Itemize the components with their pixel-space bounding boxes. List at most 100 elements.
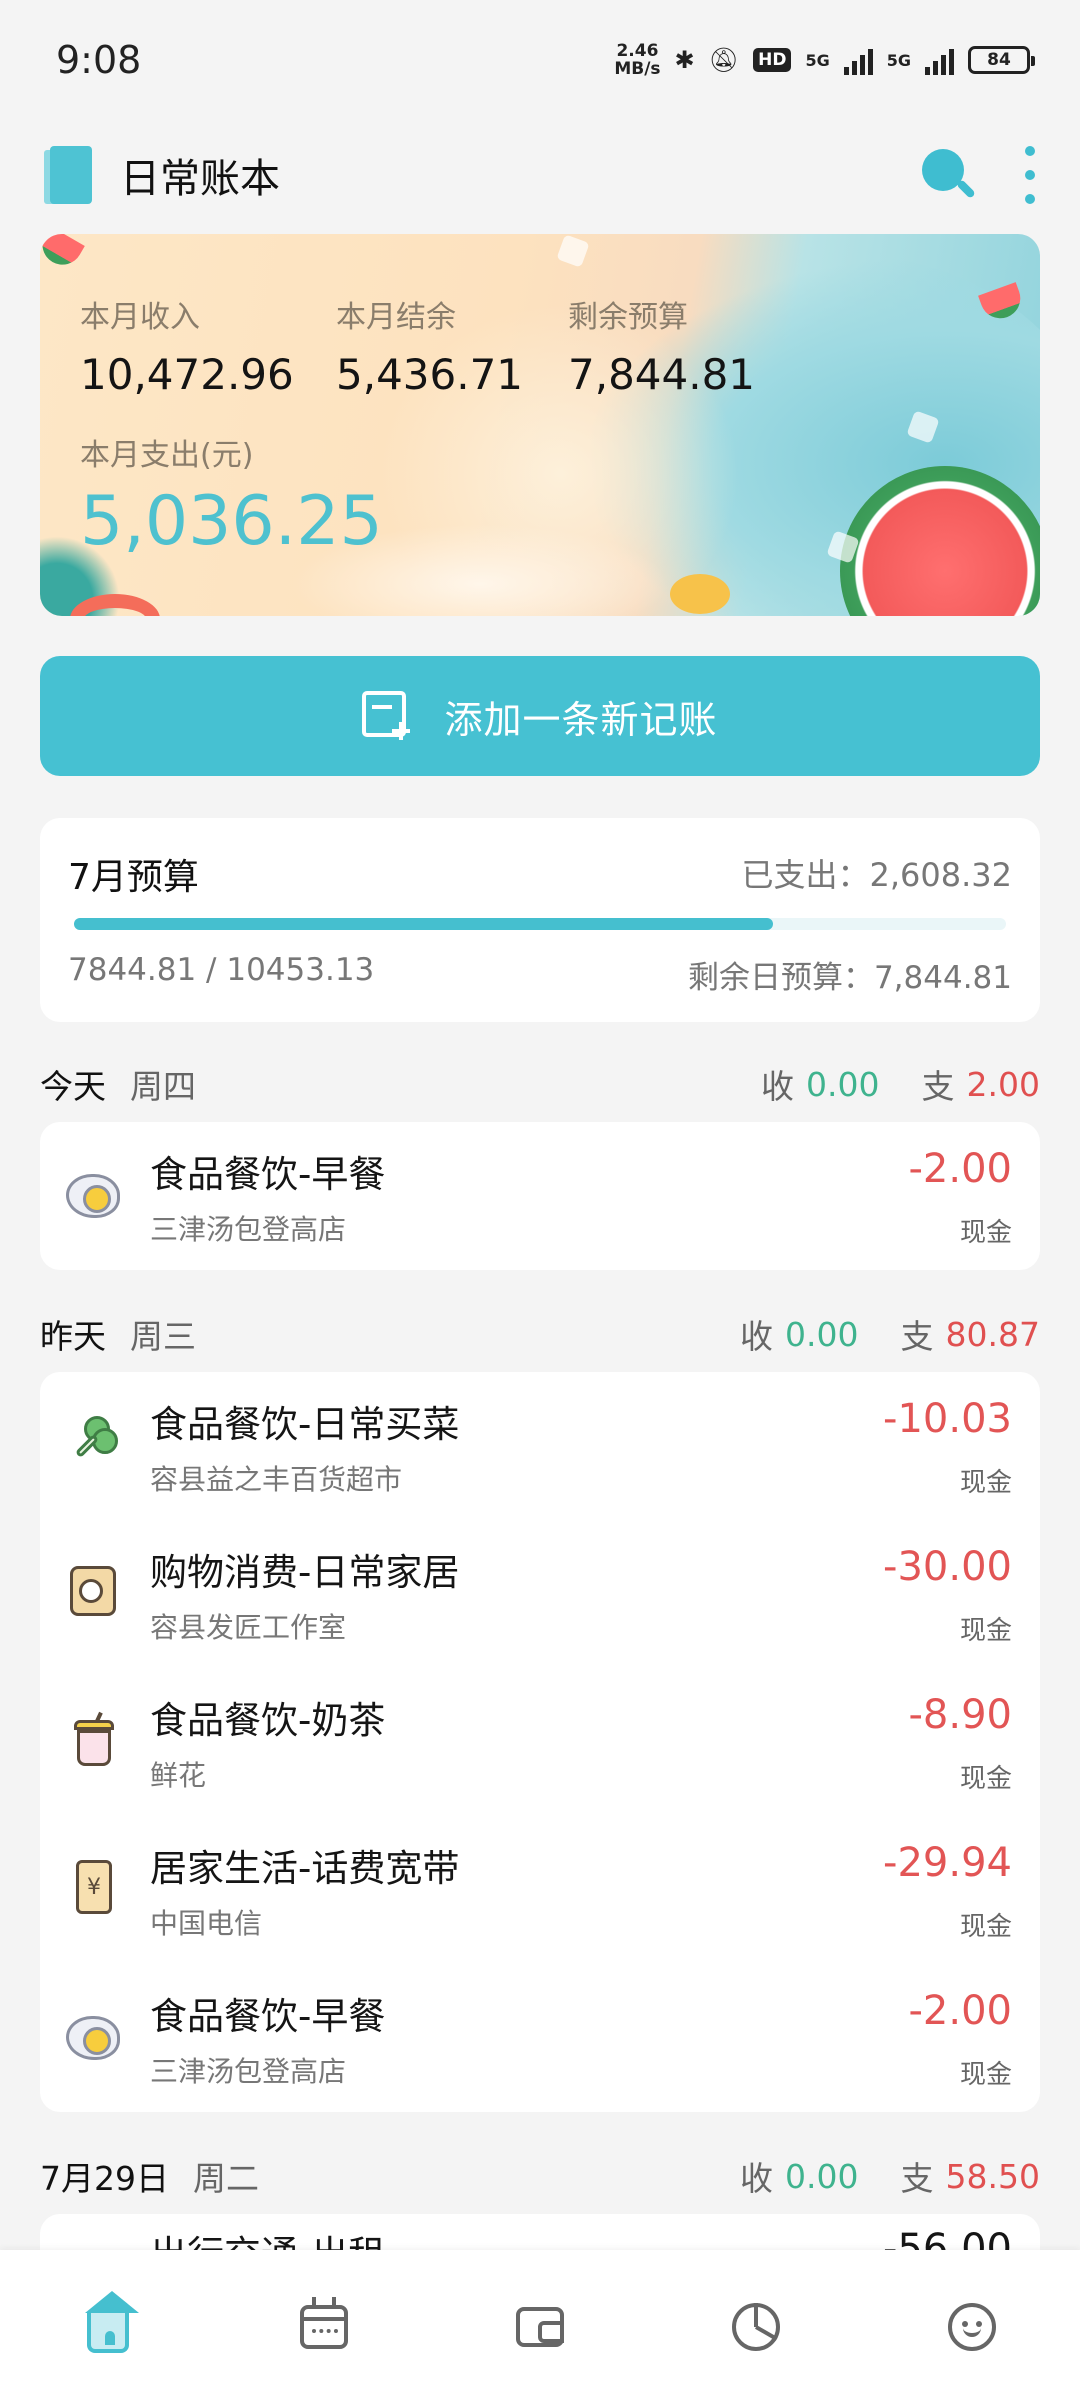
- budget-card[interactable]: 7月预算 已支出：2,608.32 7844.81 / 10453.13 剩余日…: [40, 818, 1040, 1022]
- nav-home[interactable]: [68, 2287, 148, 2367]
- network-speed-unit: MB/s: [614, 59, 661, 79]
- day-label: 昨天: [40, 1317, 106, 1356]
- profile-icon: [948, 2302, 996, 2351]
- transaction-amount: -2.00: [908, 1146, 1013, 1192]
- transaction-category: 食品餐饮-日常买菜: [150, 1403, 460, 1446]
- transaction-amount: -30.00: [883, 1544, 1012, 1590]
- day-expense-value: 2.00: [966, 1064, 1040, 1104]
- remaining-budget-value: 7,844.81: [568, 350, 756, 399]
- transaction-category: 居家生活-话费宽带: [150, 1847, 460, 1890]
- battery-icon: 84: [968, 46, 1035, 74]
- day-header-jul-29: 7月29日 周二 收 0.00 支 58.50: [40, 2146, 1040, 2206]
- transaction-merchant: 中国电信: [150, 1907, 263, 1940]
- nav-wallet[interactable]: [500, 2287, 580, 2367]
- add-note-icon: [362, 691, 411, 741]
- day-expense-value: 80.87: [945, 1314, 1040, 1354]
- expense-label: 支: [900, 2159, 934, 2198]
- tissue-roll-icon: [66, 1564, 122, 1620]
- weekday-label: 周四: [130, 1067, 196, 1106]
- payment-method: 现金: [959, 1468, 1012, 1498]
- budget-title: 7月预算: [68, 857, 199, 898]
- transaction-row[interactable]: ¥ 居家生活-话费宽带 中国电信 -29.94 现金: [40, 1816, 1040, 1964]
- signal-icon: [843, 45, 873, 75]
- day-income-value: 0.00: [785, 1314, 859, 1354]
- day-header-today: 今天 周四 收 0.00 支 2.00: [40, 1054, 1040, 1114]
- payment-method: 现金: [959, 1218, 1012, 1248]
- network-speed-value: 2.46: [616, 41, 659, 61]
- transaction-category: 食品餐饮-早餐: [150, 1153, 386, 1196]
- remaining-budget-label: 剩余预算: [568, 300, 688, 335]
- income-label: 收: [740, 2159, 774, 2198]
- transaction-row-partial[interactable]: 出行交通-出租 -56.00: [40, 2214, 1040, 2254]
- transaction-merchant: 三津汤包登高店: [150, 2055, 347, 2088]
- nav-calendar[interactable]: [284, 2287, 364, 2367]
- budget-ratio: 7844.81 / 10453.13: [68, 952, 375, 988]
- watermelon-slice-decoration: [40, 234, 85, 272]
- month-expense-label: 本月支出(元): [80, 438, 254, 473]
- milk-tea-icon: [66, 1711, 122, 1768]
- nav-statistics[interactable]: [716, 2287, 796, 2367]
- month-balance: 本月结余 5,436.71: [336, 292, 523, 399]
- network-type-2: 5G: [886, 50, 911, 70]
- payment-method: 现金: [959, 1764, 1012, 1794]
- transaction-row[interactable]: 食品餐饮-早餐 三津汤包登高店 -2.00 现金: [40, 1964, 1040, 2112]
- transaction-group-today: 食品餐饮-早餐 三津汤包登高店 -2.00 现金: [40, 1122, 1040, 1270]
- orange-decoration: [670, 574, 730, 614]
- transaction-category: 食品餐饮-奶茶: [150, 1699, 386, 1742]
- day-income-value: 0.00: [785, 2156, 859, 2196]
- ledger-title[interactable]: 日常账本: [120, 146, 916, 204]
- network-speed: 2.46 MB/s: [614, 42, 660, 78]
- remaining-budget: 剩余预算 7,844.81: [568, 292, 755, 399]
- weekday-label: 周二: [193, 2159, 259, 2198]
- transaction-amount: -2.00: [908, 1988, 1013, 2034]
- transaction-amount: -10.03: [883, 1396, 1012, 1442]
- bottom-navigation: [0, 2250, 1080, 2403]
- status-icons: 2.46 MB/s ✱ 🔕︎ HD 5G 5G 84: [614, 42, 1035, 78]
- day-label: 今天: [40, 1067, 106, 1106]
- month-expense-value: 5,036.25: [80, 482, 383, 561]
- add-record-label: 添加一条新记账: [444, 697, 718, 742]
- nav-profile[interactable]: [932, 2287, 1012, 2367]
- payment-method: 现金: [959, 1616, 1012, 1646]
- expense-label: 支: [900, 1317, 934, 1356]
- transaction-row[interactable]: 食品餐饮-日常买菜 容县益之丰百货超市 -10.03 现金: [40, 1372, 1040, 1520]
- add-record-button[interactable]: 添加一条新记账: [40, 656, 1040, 776]
- payment-method: 现金: [959, 1912, 1012, 1942]
- budget-spent: 已支出：2,608.32: [741, 856, 1012, 894]
- pie-chart-icon: [732, 2302, 780, 2351]
- wallet-icon: [516, 2306, 564, 2347]
- network-type-1: 5G: [805, 50, 830, 70]
- transaction-amount: -29.94: [883, 1840, 1012, 1886]
- app-header: 日常账本: [0, 120, 1080, 230]
- day-expense-value: 58.50: [945, 2156, 1040, 2196]
- status-time: 9:08: [56, 38, 142, 82]
- egg-icon: [66, 1166, 122, 1222]
- weekday-label: 周三: [130, 1317, 196, 1356]
- transaction-group-yesterday: 食品餐饮-日常买菜 容县益之丰百货超市 -10.03 现金 购物消费-日常家居 …: [40, 1372, 1040, 2112]
- calendar-icon: [300, 2296, 348, 2349]
- ledger-book-icon[interactable]: [44, 146, 92, 204]
- transaction-row[interactable]: 购物消费-日常家居 容县发匠工作室 -30.00 现金: [40, 1520, 1040, 1668]
- income-label: 收: [761, 1067, 795, 1106]
- month-income-label: 本月收入: [80, 300, 200, 335]
- status-bar: 9:08 2.46 MB/s ✱ 🔕︎ HD 5G 5G 84: [0, 0, 1080, 120]
- search-icon[interactable]: [916, 145, 976, 205]
- daily-budget: 剩余日预算：7,844.81: [687, 960, 1012, 996]
- home-icon: [85, 2290, 139, 2353]
- hd-badge: HD: [753, 48, 792, 72]
- expense-label: 支: [921, 1067, 955, 1106]
- monthly-summary-banner[interactable]: 本月收入 10,472.96 本月结余 5,436.71 剩余预算 7,844.…: [40, 234, 1040, 616]
- transaction-merchant: 容县发匠工作室: [150, 1611, 347, 1644]
- month-balance-label: 本月结余: [336, 300, 456, 335]
- month-income: 本月收入 10,472.96: [80, 292, 294, 399]
- mute-bell-icon: 🔕︎: [708, 46, 740, 74]
- transaction-category: 食品餐饮-早餐: [150, 1995, 386, 2038]
- egg-icon: [66, 2008, 122, 2064]
- transaction-row[interactable]: 食品餐饮-早餐 三津汤包登高店 -2.00 现金: [40, 1122, 1040, 1270]
- more-menu-icon[interactable]: [1020, 146, 1040, 204]
- transaction-merchant: 容县益之丰百货超市: [150, 1463, 403, 1496]
- transaction-row[interactable]: 食品餐饮-奶茶 鲜花 -8.90 现金: [40, 1668, 1040, 1816]
- month-income-value: 10,472.96: [80, 350, 294, 399]
- month-expense: 本月支出(元) 5,036.25: [80, 430, 383, 561]
- transaction-category: 购物消费-日常家居: [150, 1551, 460, 1594]
